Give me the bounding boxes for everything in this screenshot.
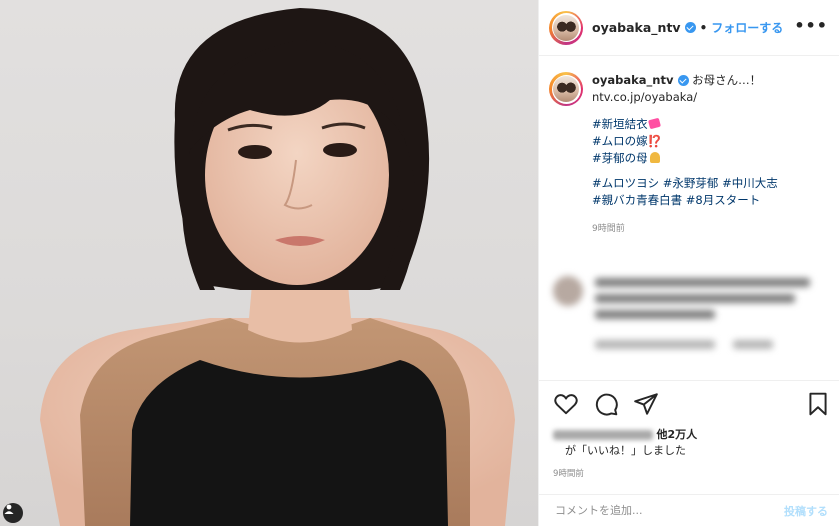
hashtag[interactable]: #親バカ青春白書 #8月スタート [592,192,778,209]
hashtag[interactable]: #芽郁の母 [592,151,648,165]
more-options-icon[interactable]: ••• [794,16,828,35]
avatar-image [553,14,579,41]
heart-icon[interactable] [553,391,579,417]
action-bar [539,380,839,430]
portrait-illustration [40,8,515,526]
person-emoji-icon [649,152,660,163]
post-header: oyabaka_ntv • フォローする ••• [539,0,839,56]
verified-badge-icon [684,22,696,33]
caption-avatar[interactable] [549,72,583,106]
share-icon[interactable] [633,391,659,417]
user-tag-icon [4,504,14,514]
header-username[interactable]: oyabaka_ntv [592,20,681,35]
heart-emoji-icon [647,117,661,130]
follow-button[interactable]: フォローする [711,19,783,36]
caption-text: お母さん…！ [692,73,762,87]
avatar-image [553,76,579,102]
post-side-panel: oyabaka_ntv • フォローする ••• oyabaka_ntv お母さ… [538,0,839,526]
caption-timestamp: 9時間前 [592,224,625,234]
hashtag[interactable]: #ムロの嫁 [592,134,648,148]
caption-username[interactable]: oyabaka_ntv [592,73,674,87]
post-timestamp: 9時間前 [553,469,584,479]
comment-input[interactable] [555,504,784,517]
user-tag-button[interactable] [3,503,23,523]
post-photo[interactable] [0,0,538,526]
comment-bar: 投稿する [539,494,839,526]
bookmark-icon[interactable] [805,391,831,417]
comment-avatar [553,276,583,306]
hashtag[interactable]: #ムロツヨシ #永野芽郁 #中川大志 [592,175,778,192]
likes-count[interactable]: 他2万人 [657,428,698,441]
separator-dot: • [699,20,708,35]
likes-text: が「いいね！」しました [565,444,686,457]
blurred-liker-name [553,430,653,440]
blurred-comment [553,270,823,360]
caption: oyabaka_ntv お母さん…！ ntv.co.jp/oyabaka/ #新… [549,72,834,238]
comment-icon[interactable] [593,391,619,417]
exclamation-question-emoji-icon: ⁉️ [647,134,662,148]
likes-summary: 他2万人 が「いいね！」しました [553,427,697,459]
caption-link[interactable]: ntv.co.jp/oyabaka/ [592,89,778,106]
hashtag-list: #新垣結衣 #ムロの嫁⁉️ #芽郁の母 #ムロツヨシ #永野芽郁 #中川大志 #… [592,116,778,209]
post-comment-button[interactable]: 投稿する [784,503,828,519]
hashtag[interactable]: #新垣結衣 [592,117,648,131]
avatar[interactable] [549,10,583,45]
verified-badge-icon [677,75,689,86]
